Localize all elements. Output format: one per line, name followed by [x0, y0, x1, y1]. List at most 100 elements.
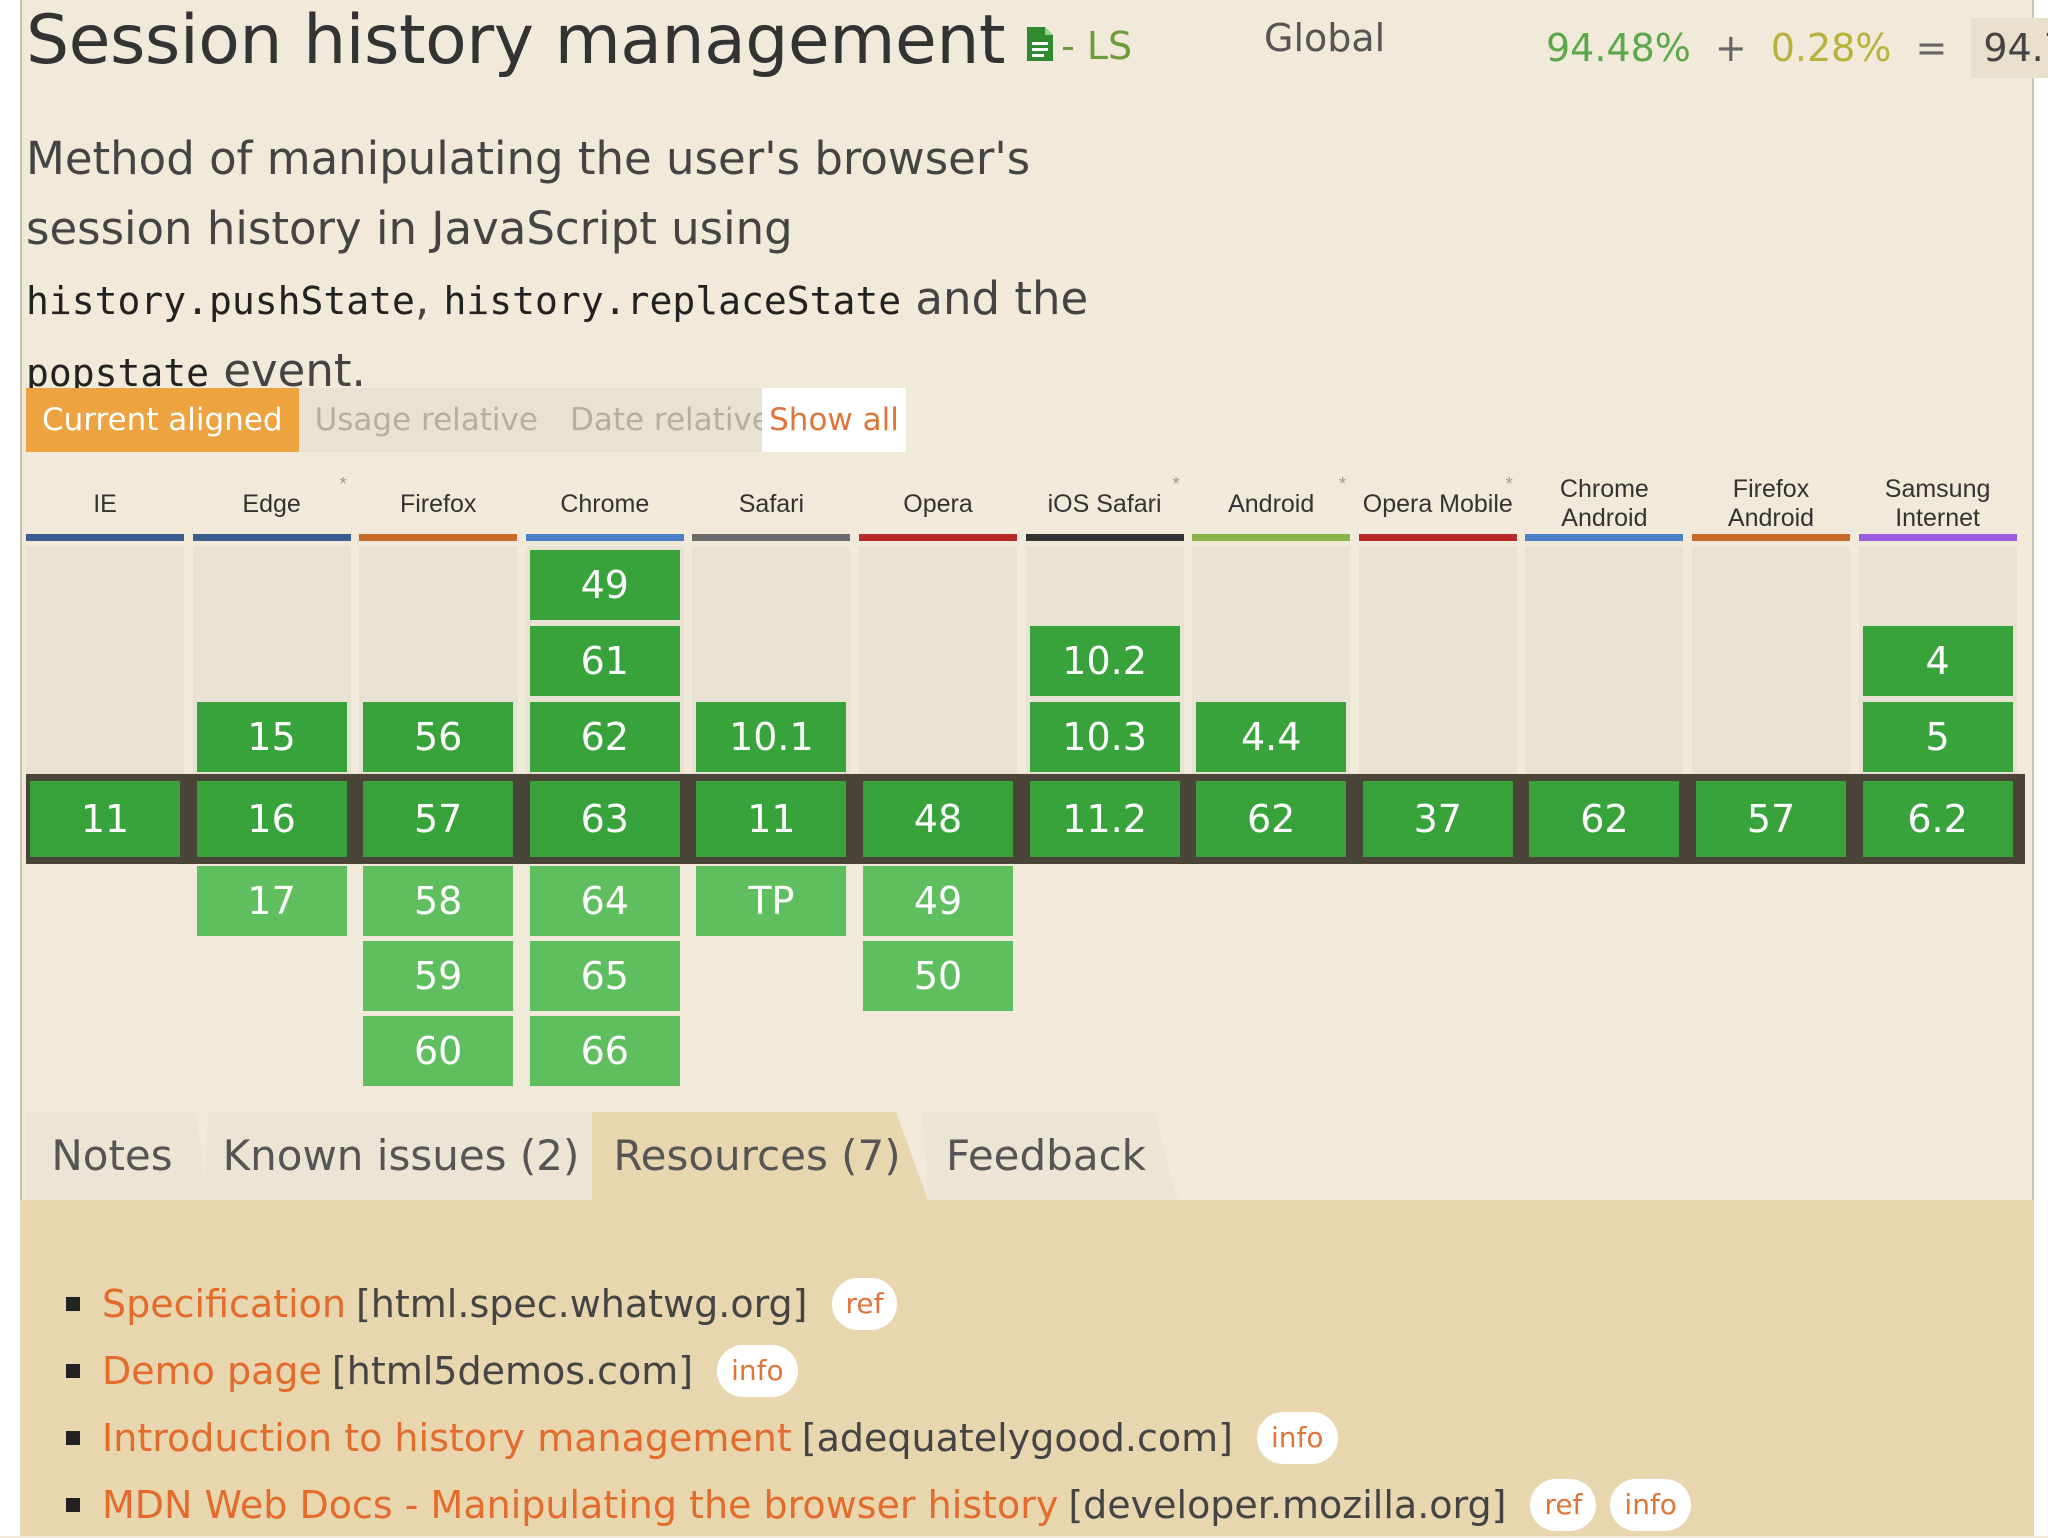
tab-resources[interactable]: Resources (7)	[592, 1112, 922, 1200]
browser-color-bar	[525, 534, 684, 541]
version-cell[interactable]: 4.4	[1196, 702, 1347, 772]
future-version-cell[interactable]: 50	[863, 941, 1013, 1011]
browser-color-bar	[1025, 534, 1184, 541]
usage-scope-label[interactable]: Global	[1264, 16, 1385, 60]
browser-header-safari[interactable]: Safari	[692, 466, 850, 542]
version-cell[interactable]: 49	[529, 550, 680, 620]
browser-name: Edge	[242, 489, 301, 518]
tab-feedback[interactable]: Feedback	[926, 1112, 1166, 1200]
current-version-cell[interactable]: 57	[363, 781, 514, 857]
browser-name: Android	[1228, 489, 1315, 518]
version-cell[interactable]: 5	[1862, 702, 2013, 772]
resource-tag-ref[interactable]: ref	[1530, 1478, 1597, 1531]
browser-color-bar	[692, 534, 851, 541]
bullet-icon	[66, 1363, 80, 1378]
current-version-cell[interactable]: 48	[863, 781, 1013, 857]
browser-note-marker: *	[1505, 474, 1513, 494]
browser-name: Safari	[738, 489, 805, 518]
version-cell[interactable]: 10.1	[696, 702, 847, 772]
future-version-cell[interactable]: 64	[529, 866, 680, 936]
resource-tag-info[interactable]: info	[1257, 1411, 1338, 1464]
page-title: Session history management	[26, 0, 1006, 80]
version-cell[interactable]: 15	[196, 702, 347, 772]
document-icon[interactable]	[1027, 27, 1054, 61]
usage-equals: =	[1915, 26, 1948, 70]
show-all-button[interactable]: Show all	[762, 388, 906, 452]
future-version-cell[interactable]: 17	[196, 866, 347, 936]
current-aligned-button[interactable]: Current aligned	[26, 388, 299, 452]
current-version-cell[interactable]: 11.2	[1029, 781, 1180, 857]
future-version-cell[interactable]: 60	[363, 1016, 514, 1086]
resource-item: Demo page [html5demos.com] info	[66, 1337, 1691, 1404]
version-cell[interactable]: 56	[363, 702, 514, 772]
browser-note-marker: *	[1339, 474, 1347, 494]
current-version-cell[interactable]: 37	[1362, 781, 1513, 857]
bullet-icon	[66, 1497, 80, 1512]
resource-link[interactable]: Introduction to history management	[102, 1416, 792, 1460]
version-cell[interactable]: 4	[1862, 626, 2013, 696]
current-version-cell[interactable]: 63	[529, 781, 680, 857]
version-cell[interactable]: 62	[529, 702, 680, 772]
browser-name: IE	[93, 489, 117, 518]
current-version-cell[interactable]: 11	[696, 781, 847, 857]
spec-status-label[interactable]: - LS	[1061, 24, 1132, 68]
future-version-cell[interactable]: 65	[529, 941, 680, 1011]
browser-note-marker: *	[339, 474, 347, 494]
code-replacestate: history.replaceState	[443, 279, 902, 323]
browser-header-chrome-android[interactable]: Chrome Android	[1525, 466, 1683, 542]
browser-header-chrome[interactable]: Chrome	[526, 466, 684, 542]
future-version-cell[interactable]: TP	[696, 866, 847, 936]
usage-relative-button[interactable]: Usage relative	[299, 388, 554, 452]
resource-item: Introduction to history management [adequ…	[66, 1404, 1691, 1471]
code-pushstate: history.pushState	[26, 279, 415, 323]
current-version-cell[interactable]: 6.2	[1862, 781, 2013, 857]
date-relative-button[interactable]: Date relative	[554, 388, 787, 452]
future-version-cell[interactable]: 49	[863, 866, 1013, 936]
browser-name: iOS Safari	[1047, 489, 1162, 518]
version-cell[interactable]: 61	[529, 626, 680, 696]
usage-partial: 0.28%	[1770, 26, 1892, 70]
browser-header-ios-safari[interactable]: iOS Safari *	[1026, 466, 1184, 542]
current-version-cell[interactable]: 57	[1696, 781, 1846, 857]
future-version-cell[interactable]: 58	[363, 866, 514, 936]
browser-color-bar	[859, 534, 1017, 541]
browser-header-samsung-internet[interactable]: Samsung Internet	[1859, 466, 2017, 542]
browser-header-ie[interactable]: IE	[26, 466, 184, 542]
current-version-cell[interactable]: 62	[1196, 781, 1347, 857]
browser-header-android[interactable]: Android *	[1192, 466, 1350, 542]
browser-header-firefox[interactable]: Firefox	[359, 466, 517, 542]
bullet-icon	[66, 1296, 80, 1311]
browser-color-bar	[192, 534, 351, 541]
browser-name: Firefox	[399, 489, 477, 518]
version-cell[interactable]: 10.3	[1029, 702, 1180, 772]
current-version-cell[interactable]: 16	[196, 781, 347, 857]
future-version-cell[interactable]: 66	[529, 1016, 680, 1086]
current-version-cell[interactable]: 62	[1529, 781, 1680, 857]
browser-header-opera-mobile[interactable]: Opera Mobile *	[1359, 466, 1517, 542]
browser-note-marker: *	[1172, 474, 1180, 494]
usage-summary: 94.48% + 0.28% = 94.75%	[1546, 18, 2048, 78]
version-cell[interactable]: 10.2	[1029, 626, 1180, 696]
browser-header-edge[interactable]: Edge *	[193, 466, 351, 542]
browser-color-bar	[1192, 534, 1351, 541]
resource-link[interactable]: Specification	[102, 1282, 346, 1326]
browser-color-bar	[1358, 534, 1517, 541]
resource-tag-ref[interactable]: ref	[831, 1277, 898, 1330]
browser-header-firefox-android[interactable]: Firefox Android	[1692, 466, 1850, 542]
future-version-cell[interactable]: 59	[363, 941, 514, 1011]
resource-tag-info[interactable]: info	[717, 1344, 798, 1397]
browser-column-background	[1358, 546, 1517, 774]
browser-name: Chrome Android	[1559, 475, 1649, 532]
browser-color-bar	[26, 534, 184, 541]
resource-tag-info[interactable]: info	[1610, 1478, 1691, 1531]
window-frame-left	[0, 0, 22, 1536]
feature-description: Method of manipulating the user's browse…	[26, 124, 1126, 408]
browser-header-opera[interactable]: Opera	[859, 466, 1017, 542]
tab-known-issues[interactable]: Known issues (2)	[206, 1112, 596, 1200]
tab-notes[interactable]: Notes	[26, 1112, 198, 1200]
current-version-cell[interactable]: 11	[30, 781, 180, 857]
usage-plus: +	[1714, 26, 1747, 70]
browser-color-bar	[1858, 534, 2017, 541]
resource-link[interactable]: MDN Web Docs - Manipulating the browser …	[102, 1483, 1058, 1527]
resource-link[interactable]: Demo page	[102, 1349, 322, 1393]
